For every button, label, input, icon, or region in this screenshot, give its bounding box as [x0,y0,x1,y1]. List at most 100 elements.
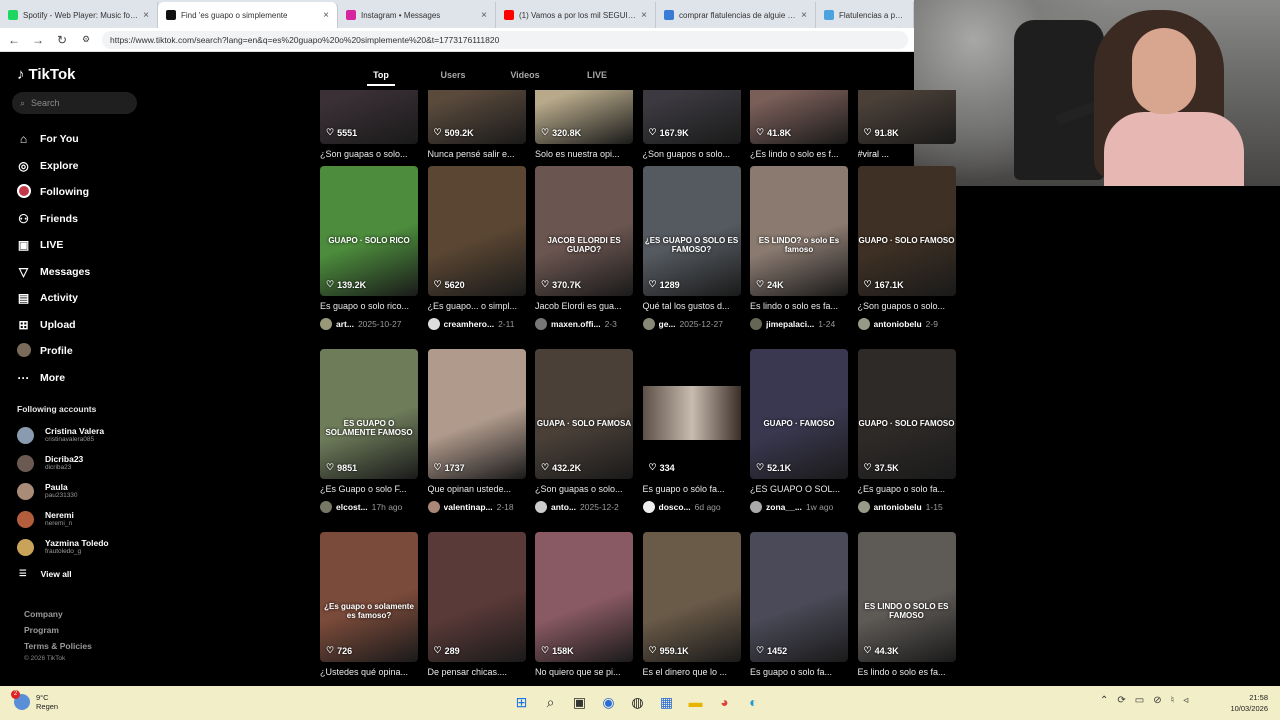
video-caption[interactable]: Es guapo o solo fa... [750,667,848,678]
sidebar-item-explore[interactable]: ◎ Explore [16,153,146,180]
forward-icon[interactable]: → [30,32,46,48]
author-avatar[interactable] [857,501,870,513]
footer-link-terms[interactable]: Terms & Policies [24,638,92,654]
sidebar-item-messages[interactable]: ▽ Messages [16,259,146,286]
video-card[interactable]: ♡91.8K#viral ...99...20 [857,90,956,178]
video-card[interactable]: GUAPO · SOLO FAMOSO ♡ 37.5K ¿Es guapo o sol… [857,349,956,513]
update-icon[interactable]: ⟳ [1117,695,1125,706]
video-caption[interactable]: ¿Son guapas o solo... [320,149,418,160]
sidebar-item-live[interactable]: ▣ LIVE [16,232,146,259]
video-card[interactable]: ♡ 1737 Que opinan ustede... valentinap... 2-… [427,349,526,513]
author-name[interactable]: zona__... [766,502,802,512]
tiktok-logo[interactable]: ♪ TikTok [17,66,75,83]
video-caption[interactable]: ¿Es lindo o solo es f... [750,149,848,160]
footer-link-program[interactable]: Program [24,622,92,638]
video-thumbnail[interactable]: ♡ 320.8K [535,90,633,144]
video-card[interactable]: ♡ 1452 Es guapo o solo fa... [750,532,848,678]
video-card[interactable]: ES GUAPO O SOLAMENTE FAMOSO ♡ 9851 ¿Es Guap… [320,349,418,513]
browser-tab[interactable]: comprar flatulencias de alguie - Se × [656,2,816,28]
author-avatar[interactable] [750,501,762,513]
url-field[interactable]: https://www.tiktok.com/search?lang=en&q=… [102,30,908,49]
video-card[interactable]: ♡320.8KSolo es nuestra opi...gemela...1-… [535,90,633,178]
video-card[interactable]: ES LINDO O SOLO ES FAMOSO ♡ 44.3K Es lindo … [857,532,956,678]
sidebar-item-friends[interactable]: ⚇ Friends [16,206,146,233]
video-card[interactable]: ♡167.9K¿Son guapos o solo...an...2025-10… [642,90,741,178]
video-card[interactable]: GUAPA · SOLO FAMOSA ♡ 432.2K ¿Son guapas o … [535,349,633,513]
browser-tab[interactable]: Find 'es guapo o simplemente × [158,2,338,28]
reload-icon[interactable]: ↻ [54,32,70,48]
sidebar-item-for-you[interactable]: ⌂ For You [16,126,146,153]
video-card[interactable]: ♡ 959.1K Es el dinero que lo ... [642,532,741,678]
video-thumbnail[interactable]: GUAPO · SOLO FAMOSO ♡ 167.1K [857,166,956,296]
video-thumbnail[interactable]: JACOB ELORDI ES GUAPO? ♡ 370.7K [535,166,633,296]
video-thumbnail[interactable]: ♡ 41.8K [750,90,848,144]
video-thumbnail[interactable]: GUAPO · SOLO FAMOSO ♡ 37.5K [857,349,956,479]
following-account[interactable]: Cristina Valera cristinavalera085 [17,421,147,449]
video-caption[interactable]: No quiero que se pi... [535,667,633,678]
tab-users[interactable]: Users [417,70,489,84]
video-caption[interactable]: ¿Ustedes qué opina... [320,667,418,678]
task-view-icon[interactable]: ▣ [570,691,589,713]
video-caption[interactable]: Es guapo o solo rico... [320,301,418,312]
browser-tab[interactable]: Instagram • Messages × [338,2,496,28]
tab-videos[interactable]: Videos [489,70,561,84]
video-card[interactable]: ♡ 289 De pensar chicas.... [427,532,526,678]
search-input[interactable]: ⌕ Search [12,92,137,114]
copilot-icon[interactable]: ◉ [599,691,618,713]
browser-tab[interactable]: Flatulencias a preci [816,2,914,28]
tab-live[interactable]: LIVE [561,70,633,84]
video-card[interactable]: JACOB ELORDI ES GUAPO? ♡ 370.7K Jacob Elord… [535,166,633,330]
video-card[interactable]: ♡41.8K¿Es lindo o solo es f...medicenya.… [750,90,848,178]
volume-icon[interactable]: ◃ [1183,695,1188,706]
video-caption[interactable]: Que opinan ustede... [428,484,526,495]
author-name[interactable]: anto... [551,502,576,512]
video-thumbnail[interactable]: ¿ES GUAPO O SOLO ES FAMOSO? ♡ 1289 [642,166,741,296]
clock[interactable]: 21:58 10/03/2026 [1222,692,1268,714]
video-caption[interactable]: #viral ... [858,149,956,160]
video-caption[interactable]: Qué tal los gustos d... [643,301,741,312]
video-card[interactable]: ¿ES GUAPO O SOLO ES FAMOSO? ♡ 1289 Qué tal … [642,166,741,330]
video-thumbnail[interactable]: ♡ 1452 [750,532,848,662]
author-name[interactable]: maxen.offi... [551,319,601,329]
chrome-icon[interactable]: ◕ [715,691,734,713]
video-card[interactable]: ♡ 158K No quiero que se pi... [535,532,633,678]
browser-tab[interactable]: (1) Vamos a por los mil SEGUIDORI × [496,2,656,28]
tab-top[interactable]: Top [345,70,417,84]
author-avatar[interactable] [427,501,440,513]
store-icon[interactable]: ▦ [657,691,676,713]
video-thumbnail[interactable]: ES GUAPO O SOLAMENTE FAMOSO ♡ 9851 [320,349,418,479]
author-avatar[interactable] [320,318,332,330]
author-name[interactable]: elcost... [336,502,368,512]
video-caption[interactable]: ¿Son guapos o solo... [858,301,956,312]
video-caption[interactable]: ¿Son guapas o solo... [535,484,633,495]
view-all-button[interactable]: ☰ View all [19,568,72,579]
close-tab-icon[interactable]: × [143,10,149,21]
sidebar-item-profile[interactable]: Profile [16,338,146,365]
video-caption[interactable]: Jacob Elordi es gua... [535,301,633,312]
video-card[interactable]: ♡5551¿Son guapas o solo...antonio...6h a… [320,90,418,178]
close-tab-icon[interactable]: × [641,10,647,21]
author-avatar[interactable] [427,318,440,330]
video-card[interactable]: GUAPO · FAMOSO ♡ 52.1K ¿ES GUAPO O SOL... zo… [750,349,848,513]
author-name[interactable]: jimepalaci... [766,319,814,329]
video-card[interactable]: ¿Es guapo o solamente es famoso? ♡ 726 ¿Ust… [320,532,418,678]
video-card[interactable]: GUAPO · SOLO FAMOSO ♡ 167.1K ¿Son guapos o … [857,166,956,330]
microphone-icon[interactable]: ♮ [1171,695,1175,706]
video-thumbnail[interactable]: ♡ 5551 [320,90,418,144]
video-thumbnail[interactable]: ♡ 959.1K [642,532,741,662]
author-name[interactable]: antoniobelu [874,319,922,329]
browser-tab[interactable]: Spotify - Web Player: Music for ev × [0,2,158,28]
site-info-icon[interactable]: ⚙ [78,32,94,48]
video-caption[interactable]: ¿Es guapo... o simpl... [428,301,526,312]
following-account[interactable]: Dicriba23 dicriba23 [17,449,147,477]
video-thumbnail[interactable]: ¿Es guapo o solamente es famoso? ♡ 726 [320,532,418,662]
obs-icon[interactable]: ◍ [628,691,647,713]
edge-icon[interactable]: ◐ [744,691,763,713]
author-avatar[interactable] [642,318,655,330]
video-card[interactable]: ♡509.2KNunca pensé salir e...pablovr112-… [427,90,526,178]
author-avatar[interactable] [750,318,762,330]
video-thumbnail[interactable]: ♡ 167.9K [642,90,741,144]
video-caption[interactable]: De pensar chicas.... [428,667,526,678]
video-card[interactable]: GUAPO · SOLO RICO ♡ 139.2K Es guapo o solo … [320,166,418,330]
video-caption[interactable]: ¿ES GUAPO O SOL... [750,484,848,495]
